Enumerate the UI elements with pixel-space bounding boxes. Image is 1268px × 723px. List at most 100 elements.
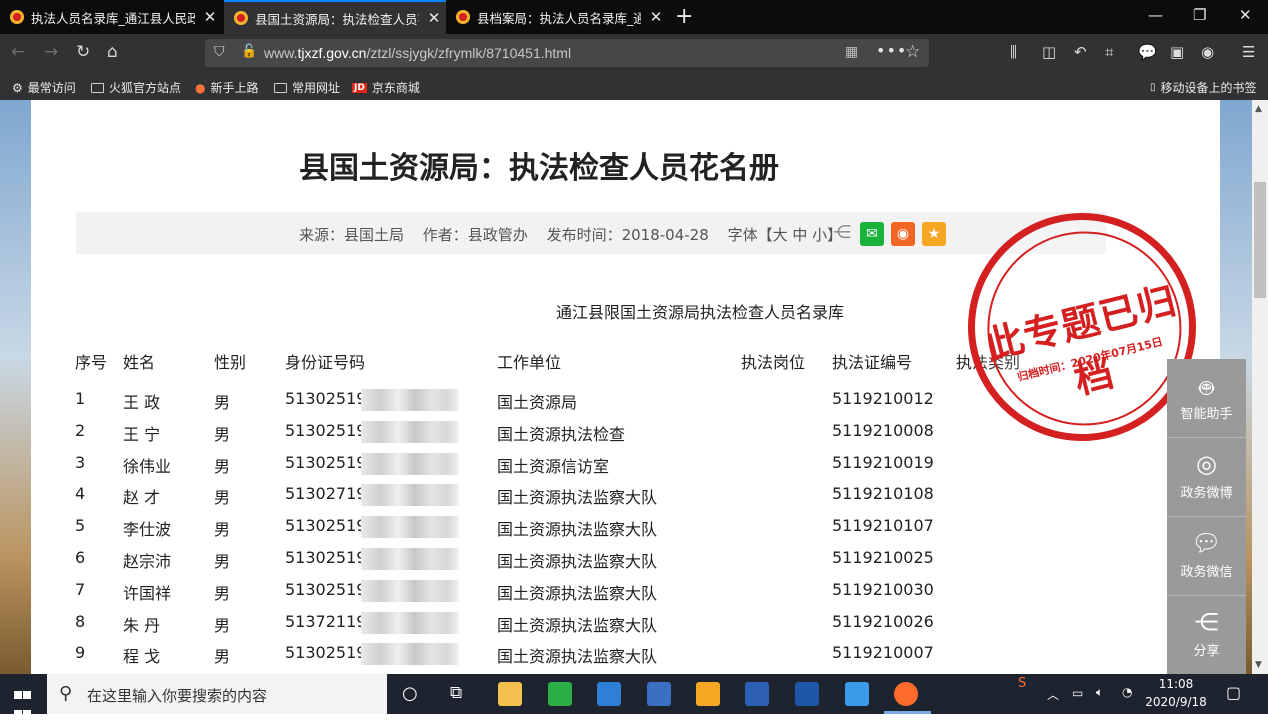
volume-icon[interactable]: 🔈︎ bbox=[1096, 685, 1103, 700]
cell-id-prefix: 51302519 bbox=[285, 643, 367, 662]
url-host: tjxzf.gov.cn bbox=[297, 45, 367, 61]
clock-date[interactable]: 2020/9/18 bbox=[1140, 695, 1212, 709]
battery-icon[interactable]: ▭ bbox=[1072, 686, 1083, 700]
tab-3[interactable]: 县档案局：执法人员名录库_通江县 ✕ bbox=[446, 0, 668, 34]
jd-logo-icon: JD bbox=[352, 82, 367, 93]
redacted-id-blur bbox=[361, 421, 459, 443]
bookmark-jd[interactable]: JD 京东商城 bbox=[352, 79, 420, 96]
assistant-button[interactable]: 🤖︎ 智能助手 bbox=[1167, 359, 1246, 438]
store-icon[interactable] bbox=[647, 682, 671, 706]
network-icon[interactable]: ◔ bbox=[1122, 685, 1132, 699]
col-header-post: 执法岗位 bbox=[741, 353, 806, 372]
cortana-icon[interactable]: ○ bbox=[402, 683, 418, 704]
col-header-cert: 执法证编号 bbox=[832, 353, 913, 372]
share-button[interactable]: ⋲ 分享 bbox=[1167, 596, 1246, 675]
restore-icon[interactable]: ❐ bbox=[1193, 6, 1206, 24]
reload-icon[interactable]: ↻ bbox=[76, 42, 90, 62]
wechat-app-icon[interactable] bbox=[548, 682, 572, 706]
gov-emblem-icon bbox=[10, 10, 24, 24]
close-icon[interactable]: ✕ bbox=[647, 8, 665, 26]
tray-chevron-icon[interactable]: ︿ bbox=[1047, 686, 1059, 703]
scroll-down-icon[interactable]: ▼ bbox=[1255, 660, 1262, 670]
forward-icon[interactable]: → bbox=[44, 42, 58, 62]
search-placeholder: 在这里输入你要搜索的内容 bbox=[87, 687, 268, 705]
qzone-share-icon[interactable]: ★ bbox=[922, 222, 946, 246]
scroll-up-icon[interactable]: ▲ bbox=[1255, 104, 1262, 114]
clock-time[interactable]: 11:08 bbox=[1147, 677, 1205, 691]
share-icon: ⋲ bbox=[1194, 608, 1219, 636]
shield-icon[interactable]: ⛉ bbox=[214, 44, 225, 60]
weibo-share-icon[interactable]: ◉ bbox=[891, 222, 915, 246]
bookmark-common-sites[interactable]: 常用网址 bbox=[274, 79, 340, 96]
cell-id-prefix: 51302719 bbox=[285, 484, 367, 503]
cell-name: 程 戈 bbox=[123, 647, 161, 666]
page-actions-icon[interactable]: ••• bbox=[876, 41, 907, 60]
redacted-id-blur bbox=[361, 516, 459, 538]
bookmark-firefox-official[interactable]: 火狐官方站点 bbox=[91, 79, 181, 96]
chat-icon[interactable]: 💬 bbox=[1138, 43, 1157, 61]
ime-icon[interactable]: S bbox=[1018, 676, 1026, 691]
bookmark-getting-started[interactable]: ● 新手上路 bbox=[195, 79, 259, 96]
back-icon[interactable]: ← bbox=[11, 42, 25, 62]
cell-cert-number: 5119210019 bbox=[832, 453, 934, 472]
redacted-id-blur bbox=[361, 389, 459, 411]
firefox-icon[interactable] bbox=[894, 682, 918, 706]
search-icon: ⚲ bbox=[59, 683, 73, 704]
screenshot-icon[interactable]: ⌗ bbox=[1105, 43, 1113, 61]
font-size-switch[interactable]: 字体【大 中 小】 bbox=[728, 226, 843, 244]
file-explorer-icon[interactable] bbox=[498, 682, 522, 706]
notification-icon[interactable]: ▢ bbox=[1226, 683, 1241, 702]
tab-1[interactable]: 执法人员名录库_通江县人民政府 ✕ bbox=[0, 0, 224, 34]
share-icon[interactable]: ⋲ bbox=[833, 222, 851, 243]
insecure-lock-icon[interactable]: 🔓 bbox=[241, 44, 257, 59]
menu-icon[interactable]: ☰ bbox=[1242, 43, 1255, 61]
vertical-scrollbar[interactable]: ▲ ▼ bbox=[1252, 100, 1268, 674]
cell-cert-number: 5119210030 bbox=[832, 580, 934, 599]
mail-icon[interactable] bbox=[597, 682, 621, 706]
bookmark-mobile[interactable]: ▯ 移动设备上的书签 bbox=[1150, 79, 1257, 96]
windows-start-icon[interactable] bbox=[14, 685, 32, 723]
bookmark-label: 常用网址 bbox=[292, 81, 341, 95]
scrollbar-thumb[interactable] bbox=[1254, 182, 1266, 298]
extension-icon[interactable]: ▣ bbox=[1170, 43, 1184, 61]
close-icon[interactable]: ✕ bbox=[425, 9, 443, 27]
window-close-icon[interactable]: ✕ bbox=[1239, 6, 1252, 24]
qr-code-icon[interactable]: ▦ bbox=[845, 44, 858, 60]
taskbar-search-box[interactable]: ⚲ 在这里输入你要搜索的内容 bbox=[47, 674, 387, 714]
wechat-button[interactable]: 💬︎ 政务微信 bbox=[1167, 517, 1246, 596]
tab-2-active[interactable]: 县国土资源局：执法检查人员花名册 ✕ bbox=[224, 0, 446, 34]
bookmark-star-icon[interactable]: ☆ bbox=[905, 42, 920, 62]
weibo-button[interactable]: ◎ 政务微博 bbox=[1167, 438, 1246, 517]
undo-icon[interactable]: ↶ bbox=[1074, 43, 1087, 61]
account-icon[interactable]: ◉ bbox=[1201, 43, 1214, 61]
task-view-icon[interactable]: ⧉ bbox=[450, 683, 462, 703]
url-path: /ztzl/ssjygk/zfrymlk/8710451.html bbox=[366, 45, 572, 61]
url-bar[interactable]: ⛉ 🔓 www.tjxzf.gov.cn/ztzl/ssjygk/zfrymlk… bbox=[205, 39, 929, 67]
tab-title: 执法人员名录库_通江县人民政府 bbox=[31, 10, 195, 26]
cloud-app-icon[interactable] bbox=[845, 682, 869, 706]
url-text[interactable]: www.tjxzf.gov.cn/ztzl/ssjygk/zfrymlk/871… bbox=[264, 45, 571, 61]
minimize-icon[interactable]: — bbox=[1148, 6, 1163, 24]
home-icon[interactable]: ⌂ bbox=[107, 42, 118, 62]
close-icon[interactable]: ✕ bbox=[201, 8, 219, 26]
folder-icon bbox=[274, 82, 287, 93]
word-icon[interactable] bbox=[795, 682, 819, 706]
col-header-gender: 性别 bbox=[214, 353, 247, 372]
bookmark-most-visited[interactable]: ⚙ 最常访问 bbox=[12, 79, 76, 96]
meta-author: 作者：县政管办 bbox=[422, 226, 528, 244]
cell-name: 赵 才 bbox=[123, 488, 161, 507]
cell-workplace: 国土资源执法监察大队 bbox=[497, 552, 658, 571]
bookmark-label: 移动设备上的书签 bbox=[1160, 81, 1257, 95]
navigation-bar: ← → ↻ ⌂ ⛉ 🔓 www.tjxzf.gov.cn/ztzl/ssjygk… bbox=[0, 34, 1268, 72]
meta-date: 发布时间：2018-04-28 bbox=[546, 226, 709, 244]
word-icon[interactable] bbox=[745, 682, 769, 706]
wechat-share-icon[interactable]: ✉ bbox=[860, 222, 884, 246]
library-icon[interactable]: ⫼ bbox=[1010, 43, 1017, 61]
sidebar-icon[interactable]: ◫ bbox=[1042, 43, 1056, 61]
cell-gender: 男 bbox=[214, 457, 231, 476]
security-app-icon[interactable] bbox=[696, 682, 720, 706]
col-header-name: 姓名 bbox=[123, 353, 156, 372]
cell-name: 许国祥 bbox=[123, 584, 172, 603]
new-tab-icon[interactable]: + bbox=[675, 4, 693, 29]
robot-icon: 🤖︎ bbox=[1199, 374, 1214, 402]
